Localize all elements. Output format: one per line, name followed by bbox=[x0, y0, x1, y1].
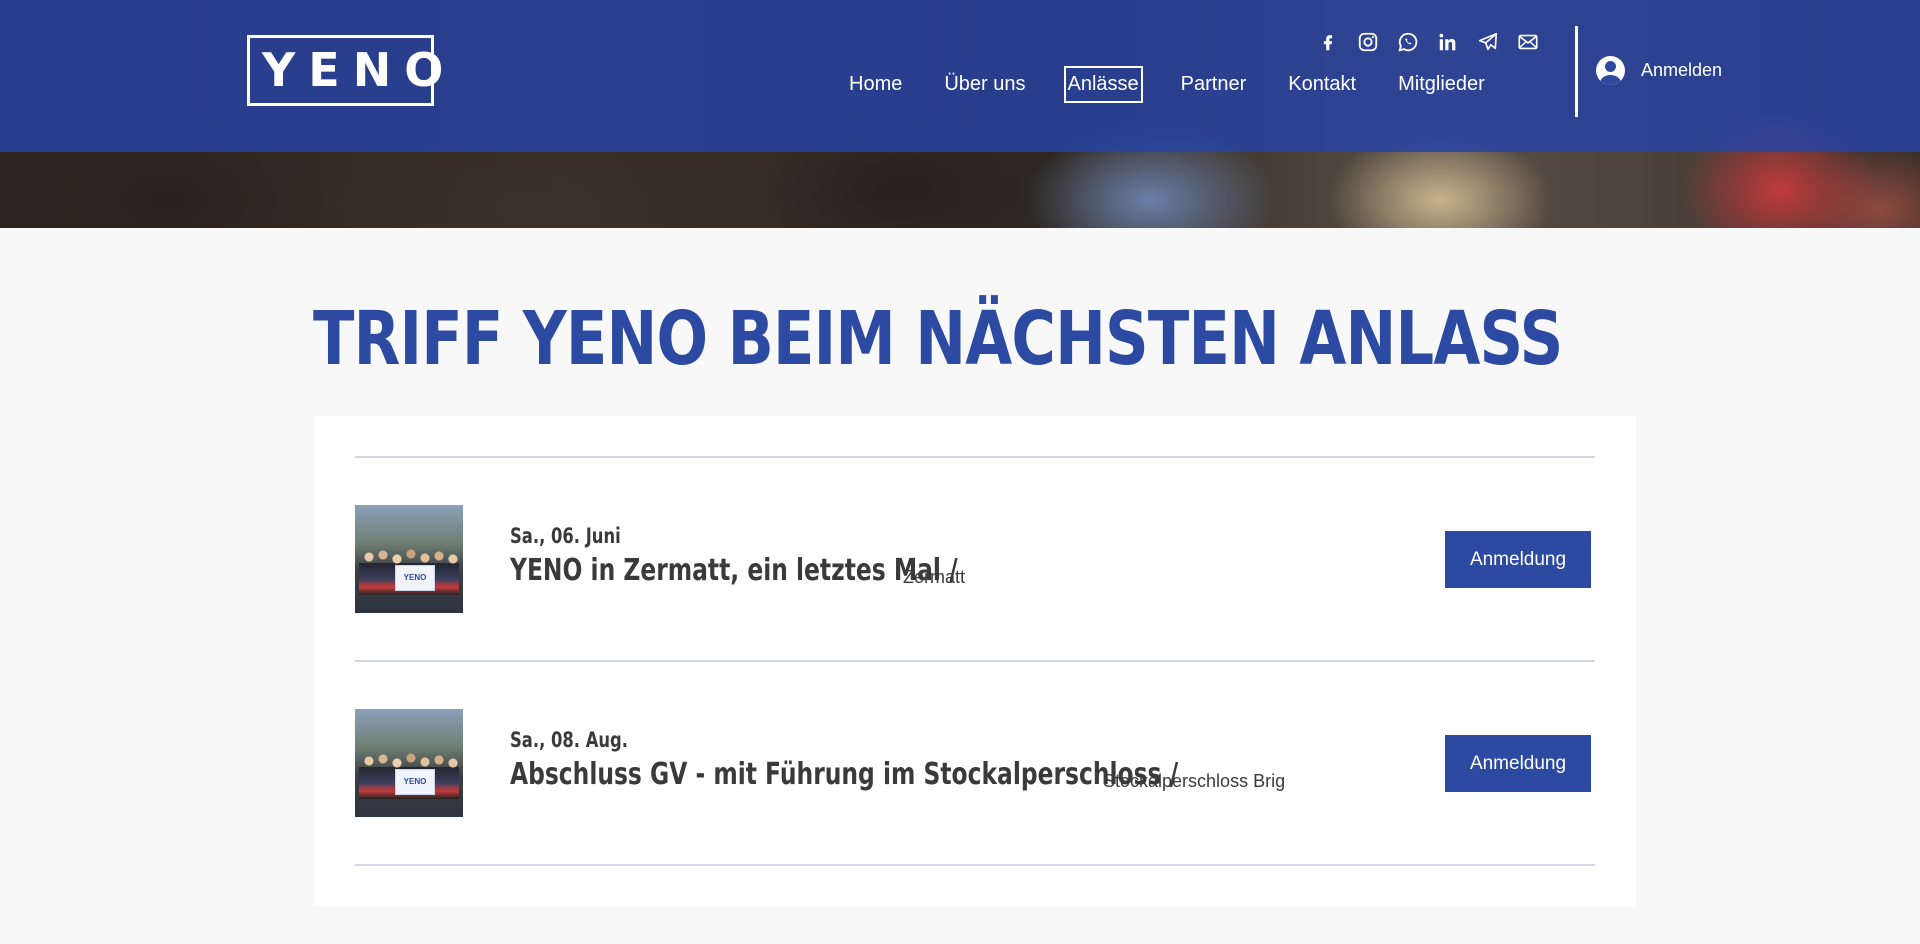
divider bbox=[355, 456, 1595, 458]
nav-item-mitglieder[interactable]: Mitglieder bbox=[1396, 67, 1487, 102]
social-links bbox=[1316, 30, 1540, 54]
nav-bar: YENO Home Über uns Anlässe Partner Konta… bbox=[0, 0, 1920, 152]
event-title[interactable]: YENO in Zermatt, ein letztes Mal / bbox=[510, 553, 958, 588]
user-avatar-icon bbox=[1596, 56, 1625, 85]
site-logo[interactable]: YENO bbox=[247, 35, 443, 106]
divider bbox=[355, 864, 1595, 866]
nav-item-kontakt[interactable]: Kontakt bbox=[1286, 67, 1358, 102]
facebook-icon[interactable] bbox=[1316, 30, 1340, 54]
event-photo-banner: YENO bbox=[395, 565, 435, 591]
events-list: YENO Sa., 06. Juni YENO in Zermatt, ein … bbox=[314, 416, 1636, 906]
nav-item-ueber-uns[interactable]: Über uns bbox=[942, 67, 1027, 102]
instagram-icon[interactable] bbox=[1356, 30, 1380, 54]
nav-divider bbox=[1575, 26, 1578, 117]
event-title-line: Abschluss GV - mit Führung im Stockalper… bbox=[510, 757, 1367, 792]
hero-header: YENO Home Über uns Anlässe Partner Konta… bbox=[0, 0, 1920, 228]
main-nav: Home Über uns Anlässe Partner Kontakt Mi… bbox=[828, 66, 1506, 103]
nav-item-anlaesse[interactable]: Anlässe bbox=[1063, 66, 1143, 103]
login-label: Anmelden bbox=[1641, 60, 1723, 80]
event-thumbnail[interactable]: YENO bbox=[355, 505, 463, 613]
whatsapp-icon[interactable] bbox=[1396, 30, 1420, 54]
anmeldung-button[interactable]: Anmeldung bbox=[1445, 735, 1591, 792]
event-date: Sa., 08. Aug. bbox=[510, 728, 629, 752]
anmeldung-button[interactable]: Anmeldung bbox=[1445, 531, 1591, 588]
login-button[interactable]: Anmelden bbox=[1596, 56, 1722, 85]
divider bbox=[355, 660, 1595, 662]
linkedin-icon[interactable] bbox=[1436, 30, 1460, 54]
page-title: TRIFF YENO BEIM NÄCHSTEN ANLASS bbox=[313, 296, 1563, 382]
nav-item-home[interactable]: Home bbox=[847, 67, 904, 102]
event-location: Zermatt bbox=[903, 567, 966, 587]
event-title-line: YENO in Zermatt, ein letztes Mal / Zerma… bbox=[510, 553, 1084, 588]
nav-item-partner[interactable]: Partner bbox=[1179, 67, 1249, 102]
event-item: YENO Sa., 08. Aug. Abschluss GV - mit Fü… bbox=[355, 709, 1595, 817]
event-thumbnail[interactable]: YENO bbox=[355, 709, 463, 817]
event-title[interactable]: Abschluss GV - mit Führung im Stockalper… bbox=[510, 757, 1178, 792]
event-location: Stockalperschloss Brig bbox=[1103, 771, 1286, 791]
event-photo-banner: YENO bbox=[395, 769, 435, 795]
event-date: Sa., 06. Juni bbox=[510, 524, 621, 548]
telegram-icon[interactable] bbox=[1476, 30, 1500, 54]
event-item: YENO Sa., 06. Juni YENO in Zermatt, ein … bbox=[355, 505, 1595, 613]
mail-icon[interactable] bbox=[1516, 30, 1540, 54]
